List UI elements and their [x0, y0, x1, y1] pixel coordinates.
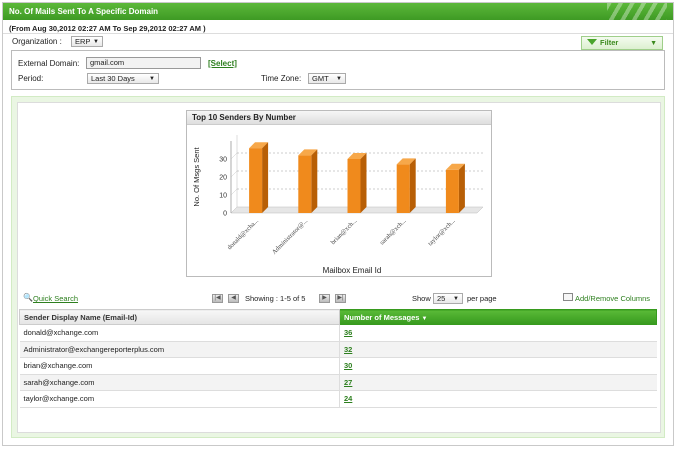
timezone-select[interactable]: GMT ▼: [308, 73, 346, 84]
y-tick-label: 30: [219, 157, 227, 164]
divider: [3, 33, 673, 34]
count-cell: 36: [339, 324, 657, 342]
chart-title: Top 10 Senders By Number: [187, 111, 491, 125]
bar-side: [311, 149, 318, 213]
bar: [249, 148, 263, 213]
grid-toolbar: 🔍 Quick Search |◀ ◀ Showing : 1-5 of 5 ▶…: [19, 293, 657, 305]
per-page-label: per page: [467, 294, 497, 303]
count-link[interactable]: 36: [344, 328, 352, 337]
sender-cell: sarah@xchange.com: [19, 374, 340, 391]
chart-panel: Top 10 Senders By Number 0 10 20 30 donald@x…: [186, 110, 492, 277]
bar: [396, 164, 410, 213]
y-tick-label: 10: [219, 193, 227, 200]
date-range: (From Aug 30,2012 02:27 AM To Sep 29,201…: [9, 24, 206, 33]
chevron-down-icon: ▼: [336, 76, 342, 82]
table-row: donald@xchange.com 36: [19, 324, 657, 342]
table-row: Administrator@exchangereporterplus.com 3…: [19, 341, 657, 358]
timezone-label: Time Zone:: [261, 74, 302, 83]
period-value: Last 30 Days: [91, 74, 135, 83]
chevron-down-icon: ▼: [93, 39, 99, 45]
bar-side: [262, 142, 269, 213]
x-tick-label: taylor@xch...: [427, 217, 457, 247]
period-label: Period:: [18, 74, 44, 83]
sender-cell: donald@xchange.com: [19, 324, 340, 342]
table-row: sarah@xchange.com 27: [19, 374, 657, 391]
y-axis-title: No. Of Msgs Sent: [192, 146, 201, 206]
first-page-button[interactable]: |◀: [212, 294, 223, 303]
y-tick-label: 20: [219, 175, 227, 182]
report-title: No. Of Mails Sent To A Specific Domain: [9, 7, 159, 16]
bar-side: [360, 153, 367, 213]
columns-icon: [563, 293, 573, 301]
filter-button-label: Filter: [600, 38, 619, 47]
table-row: taylor@xchange.com 24: [19, 390, 657, 408]
gridline-side: [230, 188, 238, 196]
sender-cell: brian@xchange.com: [19, 357, 340, 375]
filter-panel: [11, 50, 665, 90]
sender-cell: Administrator@exchangereporterplus.com: [19, 341, 340, 358]
organization-label: Organization :: [12, 37, 62, 46]
x-tick-label: brian@xch...: [330, 217, 359, 246]
pagination-status: Showing : 1-5 of 5: [245, 294, 306, 303]
period-select[interactable]: Last 30 Days ▼: [87, 73, 159, 84]
bar-side: [409, 158, 416, 213]
organization-value: ERP: [75, 37, 91, 46]
sort-desc-icon: ▼: [421, 315, 428, 322]
filter-button[interactable]: Filter ▼: [581, 36, 663, 50]
bar: [298, 155, 312, 213]
bar-chart: 0 10 20 30 donald@xcha... Administrator@... br…: [192, 135, 484, 275]
chevron-down-icon: ▼: [453, 296, 459, 302]
external-domain-label: External Domain:: [18, 59, 80, 68]
bar: [445, 169, 459, 213]
x-tick-label: donald@xcha...: [226, 217, 260, 251]
bar: [347, 159, 361, 213]
chevron-down-icon: ▼: [650, 40, 657, 47]
gridline-side: [230, 170, 238, 178]
title-decoration: [607, 3, 667, 20]
sender-cell: taylor@xchange.com: [19, 390, 340, 408]
x-tick-label: Administrator@...: [271, 217, 310, 256]
x-tick-label: sarah@xch...: [379, 217, 408, 246]
count-link[interactable]: 30: [344, 361, 352, 370]
count-link[interactable]: 24: [344, 394, 352, 403]
organization-select[interactable]: ERP ▼: [71, 36, 103, 47]
add-remove-columns-link[interactable]: Add/Remove Columns: [575, 294, 650, 303]
count-cell: 30: [339, 357, 657, 375]
external-domain-input[interactable]: gmail.com: [86, 57, 201, 69]
count-cell: 27: [339, 374, 657, 391]
column-header-count[interactable]: Number of Messages ▼: [339, 309, 657, 325]
senders-table: Sender Display Name (Email-Id) Number of…: [19, 309, 657, 408]
count-link[interactable]: 32: [344, 345, 352, 354]
timezone-value: GMT: [312, 74, 329, 83]
column-header-count-label: Number of Messages: [344, 312, 420, 322]
chevron-down-icon: ▼: [149, 76, 155, 82]
count-link[interactable]: 27: [344, 378, 352, 387]
prev-page-button[interactable]: ◀: [228, 294, 239, 303]
select-domain-link[interactable]: [Select]: [208, 59, 237, 68]
column-header-sender[interactable]: Sender Display Name (Email-Id): [19, 309, 340, 325]
show-label: Show: [412, 294, 431, 303]
funnel-icon: [587, 39, 597, 45]
last-page-button[interactable]: ▶|: [335, 294, 346, 303]
search-icon: 🔍: [23, 293, 33, 302]
quick-search-link[interactable]: Quick Search: [33, 294, 78, 303]
report-title-bar: No. Of Mails Sent To A Specific Domain: [3, 3, 673, 20]
page-size-select[interactable]: 25 ▼: [433, 293, 463, 304]
table-row: brian@xchange.com 30: [19, 357, 657, 375]
count-cell: 24: [339, 390, 657, 408]
gridline-side: [230, 152, 238, 160]
count-cell: 32: [339, 341, 657, 358]
x-axis-title: Mailbox Email Id: [323, 266, 382, 275]
bar-side: [458, 163, 465, 213]
y-tick-label: 0: [223, 211, 227, 218]
next-page-button[interactable]: ▶: [319, 294, 330, 303]
page-size-value: 25: [437, 294, 446, 303]
